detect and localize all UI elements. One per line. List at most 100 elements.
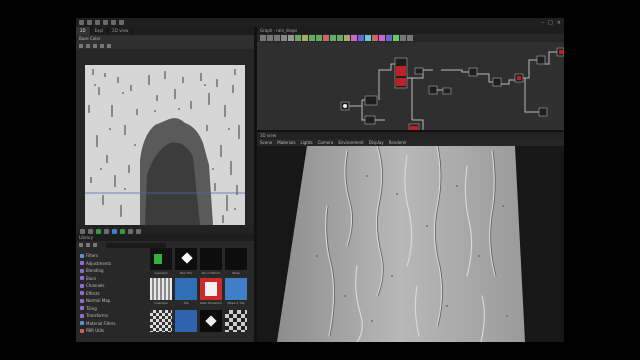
save-all-icon[interactable]: [103, 20, 108, 25]
tile-icon[interactable]: [107, 43, 111, 48]
graph-canvas[interactable]: [257, 42, 564, 147]
node-palette-button[interactable]: [337, 35, 343, 41]
library-tree-item[interactable]: Effects: [76, 290, 148, 298]
node-palette-button[interactable]: [379, 35, 385, 41]
node-palette-button[interactable]: [309, 35, 315, 41]
node-palette-button[interactable]: [323, 35, 329, 41]
node-palette-button[interactable]: [260, 35, 266, 41]
node-palette-button[interactable]: [393, 35, 399, 41]
menu-display[interactable]: Display: [369, 139, 384, 146]
pin-icon[interactable]: [86, 43, 90, 48]
2d-texture-preview[interactable]: [85, 65, 245, 225]
node-palette-button[interactable]: [351, 35, 357, 41]
zoom-fit-icon[interactable]: [128, 228, 133, 234]
thumb-gradient[interactable]: [150, 248, 172, 270]
thumb-label-warp: Warp: [232, 271, 240, 275]
thumb-non-uniform[interactable]: [200, 248, 222, 270]
close-icon[interactable]: ×: [557, 20, 561, 26]
thumb-blue-pattern[interactable]: [175, 310, 197, 332]
3d-view-menu: Scene Materials Lights Camera Environmen…: [257, 139, 564, 146]
tab-explorer[interactable]: Expl: [91, 27, 109, 35]
thumb-grid[interactable]: [150, 310, 172, 332]
open-file-icon[interactable]: [87, 20, 92, 25]
close-view-icon[interactable]: [79, 43, 83, 48]
window-controls: – □ ×: [542, 18, 561, 27]
menu-lights[interactable]: Lights: [301, 139, 313, 146]
3d-viewport[interactable]: [257, 146, 564, 342]
library-tree-label: PBR Utils: [86, 328, 105, 334]
menu-environment[interactable]: Environment: [338, 139, 364, 146]
node-palette-button[interactable]: [407, 35, 413, 41]
thumb-label-makeit: Make it Tile: [227, 301, 245, 305]
refresh-icon[interactable]: [86, 243, 90, 247]
library-search-input[interactable]: [106, 242, 166, 248]
menu-scene[interactable]: Scene: [260, 139, 272, 146]
color-picker-icon[interactable]: [120, 228, 125, 234]
grid-icon[interactable]: [100, 43, 104, 48]
tile-toggle-icon[interactable]: [80, 228, 85, 234]
node-palette-button[interactable]: [288, 35, 294, 41]
node-palette-button[interactable]: [281, 35, 287, 41]
menu-camera[interactable]: Camera: [318, 139, 334, 146]
minimize-icon[interactable]: –: [542, 20, 545, 26]
folder-icon: [80, 298, 84, 303]
library-tree-item[interactable]: Adjustments: [76, 260, 148, 268]
redo-icon[interactable]: [119, 20, 124, 25]
node-palette-button[interactable]: [330, 35, 336, 41]
menu-materials[interactable]: Materials: [277, 139, 295, 146]
alpha-icon[interactable]: [104, 228, 109, 234]
node-palette-button[interactable]: [267, 35, 273, 41]
undo-icon[interactable]: [111, 20, 116, 25]
save-icon[interactable]: [95, 20, 100, 25]
folder-icon: [80, 261, 84, 266]
zoom-100-icon[interactable]: [136, 228, 141, 234]
library-tree-item[interactable]: Material Filters: [76, 320, 148, 328]
node-palette-button[interactable]: [316, 35, 322, 41]
folder-icon: [80, 328, 84, 333]
channel-icon[interactable]: [93, 43, 97, 48]
node-palette-button[interactable]: [365, 35, 371, 41]
2d-view-panel: 2D Expl 2D view Base Color Library Filte…: [76, 27, 254, 342]
node-palette-button[interactable]: [302, 35, 308, 41]
node-palette-button[interactable]: [386, 35, 392, 41]
folder-icon: [80, 268, 84, 273]
library-tree-item[interactable]: Filters: [76, 252, 148, 260]
node-palette-button[interactable]: [358, 35, 364, 41]
thumb-diamonds[interactable]: [200, 310, 222, 332]
new-file-icon[interactable]: [79, 20, 84, 25]
2d-view-tools: [76, 42, 254, 49]
thumb-warp[interactable]: [225, 248, 247, 270]
node-palette-button[interactable]: [400, 35, 406, 41]
tab-2d-view[interactable]: 2D view: [108, 27, 134, 35]
library-tree-item[interactable]: Channels: [76, 282, 148, 290]
library-tree-item[interactable]: Normal Map: [76, 297, 148, 305]
menu-renderer[interactable]: Renderer: [389, 139, 407, 146]
node-palette-button[interactable]: [274, 35, 280, 41]
tab-2d[interactable]: 2D: [76, 27, 91, 35]
thumb-tile[interactable]: [175, 278, 197, 300]
histogram-icon[interactable]: [112, 228, 117, 234]
thumb-checker[interactable]: [225, 310, 247, 332]
thumb-quantize[interactable]: [150, 278, 172, 300]
library-tree-item[interactable]: PBR Utils: [76, 327, 148, 335]
library-panel: Library Filters Adjustments Blending Blurs C…: [76, 234, 254, 342]
thumb-make-it-tile[interactable]: [225, 278, 247, 300]
rgb-icon[interactable]: [96, 228, 101, 234]
node-palette-button[interactable]: [344, 35, 350, 41]
library-tree-item[interactable]: Blending: [76, 267, 148, 275]
library-tree-item[interactable]: Tiling: [76, 305, 148, 313]
library-tree-item[interactable]: Blurs: [76, 275, 148, 283]
maximize-icon[interactable]: □: [548, 20, 553, 26]
filter-icon[interactable]: [93, 243, 97, 247]
safe-transform-preview: [205, 282, 217, 296]
gradient-preview: [154, 254, 162, 264]
channels-icon[interactable]: [88, 228, 93, 234]
library-tree-item[interactable]: Transforms: [76, 312, 148, 320]
node-palette-button[interactable]: [295, 35, 301, 41]
thumb-blur[interactable]: [175, 248, 197, 270]
folder-icon[interactable]: [79, 243, 83, 247]
left-tabs: 2D Expl 2D view: [76, 27, 254, 35]
thumb-safe-transform[interactable]: [200, 278, 222, 300]
library-tree-label: Transforms: [86, 313, 108, 319]
node-palette-button[interactable]: [372, 35, 378, 41]
